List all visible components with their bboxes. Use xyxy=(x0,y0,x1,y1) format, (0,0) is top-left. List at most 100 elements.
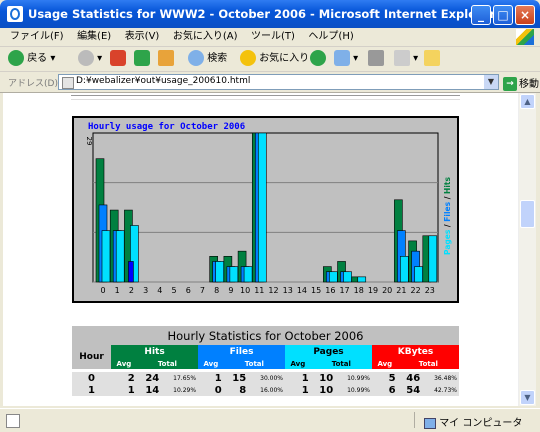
zone-indicator: マイ コンピュータ xyxy=(424,414,522,429)
stop-button[interactable] xyxy=(110,50,126,68)
pages-total-header: Total xyxy=(310,358,372,369)
x-tick-label: 11 xyxy=(254,286,264,295)
x-tick-label: 13 xyxy=(283,286,293,295)
hits-header: Hits xyxy=(111,345,199,358)
kbytes-avg-header: Avg xyxy=(371,358,398,369)
hourly-stats-table: Hourly Statistics for October 2006 Hour … xyxy=(72,326,459,396)
hourly-usage-chart: 0 1 2 3 4 5 6 7 8 9 10 11 12 13 14 15 16 17 18 19 20 21 22 23 29… xyxy=(72,116,459,303)
vertical-scrollbar[interactable]: ▲ ▼ xyxy=(518,93,536,406)
x-tick-label: 16 xyxy=(325,286,335,295)
divider xyxy=(71,95,460,100)
x-tick-label: 9 xyxy=(228,286,233,295)
close-button[interactable]: × xyxy=(515,5,535,25)
files-total-header: Total xyxy=(223,358,286,369)
edit-button[interactable]: ▾ xyxy=(394,50,418,68)
refresh-icon xyxy=(134,50,150,66)
menu-edit[interactable]: 編集(E) xyxy=(77,28,111,46)
files-avg-header: Avg xyxy=(198,358,224,369)
pages-bar xyxy=(115,230,125,283)
x-tick-label: 15 xyxy=(311,286,321,295)
computer-icon xyxy=(424,417,436,429)
table-row: 1 1 14 10.29% 0 8 16.00% 1 10 10.99% 6 5… xyxy=(72,384,459,396)
x-tick-label: 3 xyxy=(143,286,148,295)
status-bar: マイ コンピュータ xyxy=(0,408,540,432)
home-button[interactable] xyxy=(158,50,174,68)
mail-icon xyxy=(334,50,350,66)
forward-button[interactable]: ▾ xyxy=(78,50,102,68)
scroll-thumb[interactable] xyxy=(520,200,535,228)
pages-bar xyxy=(343,271,352,283)
page-status-icon xyxy=(6,414,20,428)
x-tick-label: 14 xyxy=(297,286,307,295)
x-tick-label: 20 xyxy=(382,286,392,295)
pages-bar xyxy=(229,266,239,283)
search-icon xyxy=(188,50,204,66)
messenger-button[interactable] xyxy=(424,50,440,68)
kbytes-header: KBytes xyxy=(371,345,459,358)
back-button[interactable]: 戻る ▾ xyxy=(8,50,55,68)
minimize-button[interactable]: _ xyxy=(471,5,491,25)
scroll-down-button[interactable]: ▼ xyxy=(520,390,535,405)
go-arrow-icon: → xyxy=(503,77,517,91)
messenger-icon xyxy=(424,50,440,66)
browser-window: Usage Statistics for WWW2 - October 2006… xyxy=(0,0,540,432)
hour-header: Hour xyxy=(72,345,112,369)
mail-button[interactable]: ▾ xyxy=(334,50,358,68)
legend-separator: / xyxy=(443,222,452,230)
chevron-down-icon[interactable]: ▼ xyxy=(484,75,498,89)
x-tick-label: 17 xyxy=(339,286,349,295)
go-button[interactable]: → 移動 xyxy=(503,75,539,91)
print-button[interactable] xyxy=(368,50,384,68)
table-title: Hourly Statistics for October 2006 xyxy=(72,326,459,345)
forward-arrow-icon xyxy=(78,50,94,66)
chart-title: Hourly usage for October 2006 xyxy=(88,122,246,132)
menu-bar: ファイル(F) 編集(E) 表示(V) お気に入り(A) ツール(T) ヘルプ(… xyxy=(0,28,540,47)
pages-bar xyxy=(428,235,438,283)
pages-bar xyxy=(357,276,367,283)
scroll-up-button[interactable]: ▲ xyxy=(520,94,535,109)
stop-icon xyxy=(110,50,126,66)
menu-help[interactable]: ヘルプ(H) xyxy=(308,28,353,46)
legend-separator: / xyxy=(443,194,452,202)
pages-bar xyxy=(215,261,224,283)
legend-files: Files xyxy=(443,201,452,221)
menu-file[interactable]: ファイル(F) xyxy=(10,28,64,46)
address-bar: アドレス(D) D:¥webalizer¥out¥usage_200610.ht… xyxy=(0,72,540,93)
right-legend: Pages / Files / Hits xyxy=(443,176,452,254)
search-button[interactable]: 検索 xyxy=(188,50,227,68)
favorites-star-icon xyxy=(240,50,256,66)
pages-bar xyxy=(243,266,253,283)
ie-icon xyxy=(7,6,23,22)
address-label: アドレス(D) xyxy=(8,79,58,89)
pages-bar xyxy=(329,271,338,283)
maximize-button[interactable]: □ xyxy=(493,5,513,25)
favorites-button[interactable]: お気に入り xyxy=(240,50,309,68)
menu-favorites[interactable]: お気に入り(A) xyxy=(173,28,238,46)
x-tick-label: 2 xyxy=(129,286,134,295)
table-row: 0 2 24 17.65% 1 15 30.00% 1 10 10.99% 5 … xyxy=(72,372,459,384)
toolbar: 戻る ▾ ▾ 検索 お気に入り ▾ ▾ xyxy=(0,47,540,72)
edit-icon xyxy=(394,50,410,66)
files-header: Files xyxy=(198,345,286,358)
pages-bar xyxy=(257,132,267,283)
x-tick-label: 1 xyxy=(115,286,120,295)
history-button[interactable] xyxy=(310,50,326,68)
pages-avg-header: Avg xyxy=(285,358,311,369)
page-icon xyxy=(62,77,74,89)
x-tick-label: 7 xyxy=(200,286,205,295)
pages-bar xyxy=(414,266,423,283)
x-tick-label: 5 xyxy=(171,286,176,295)
hits-total-header: Total xyxy=(136,358,199,369)
title-bar[interactable]: Usage Statistics for WWW2 - October 2006… xyxy=(0,0,540,28)
windows-logo-icon xyxy=(516,29,534,45)
x-tick-label: 12 xyxy=(268,286,278,295)
address-input[interactable]: D:¥webalizer¥out¥usage_200610.html ▼ xyxy=(58,74,499,90)
menu-tools[interactable]: ツール(T) xyxy=(251,28,295,46)
refresh-button[interactable] xyxy=(134,50,150,68)
print-icon xyxy=(368,50,384,66)
menu-view[interactable]: 表示(V) xyxy=(125,28,160,46)
pages-bar xyxy=(101,230,111,283)
x-tick-label: 6 xyxy=(186,286,191,295)
x-tick-label: 19 xyxy=(368,286,378,295)
x-tick-label: 4 xyxy=(157,286,162,295)
